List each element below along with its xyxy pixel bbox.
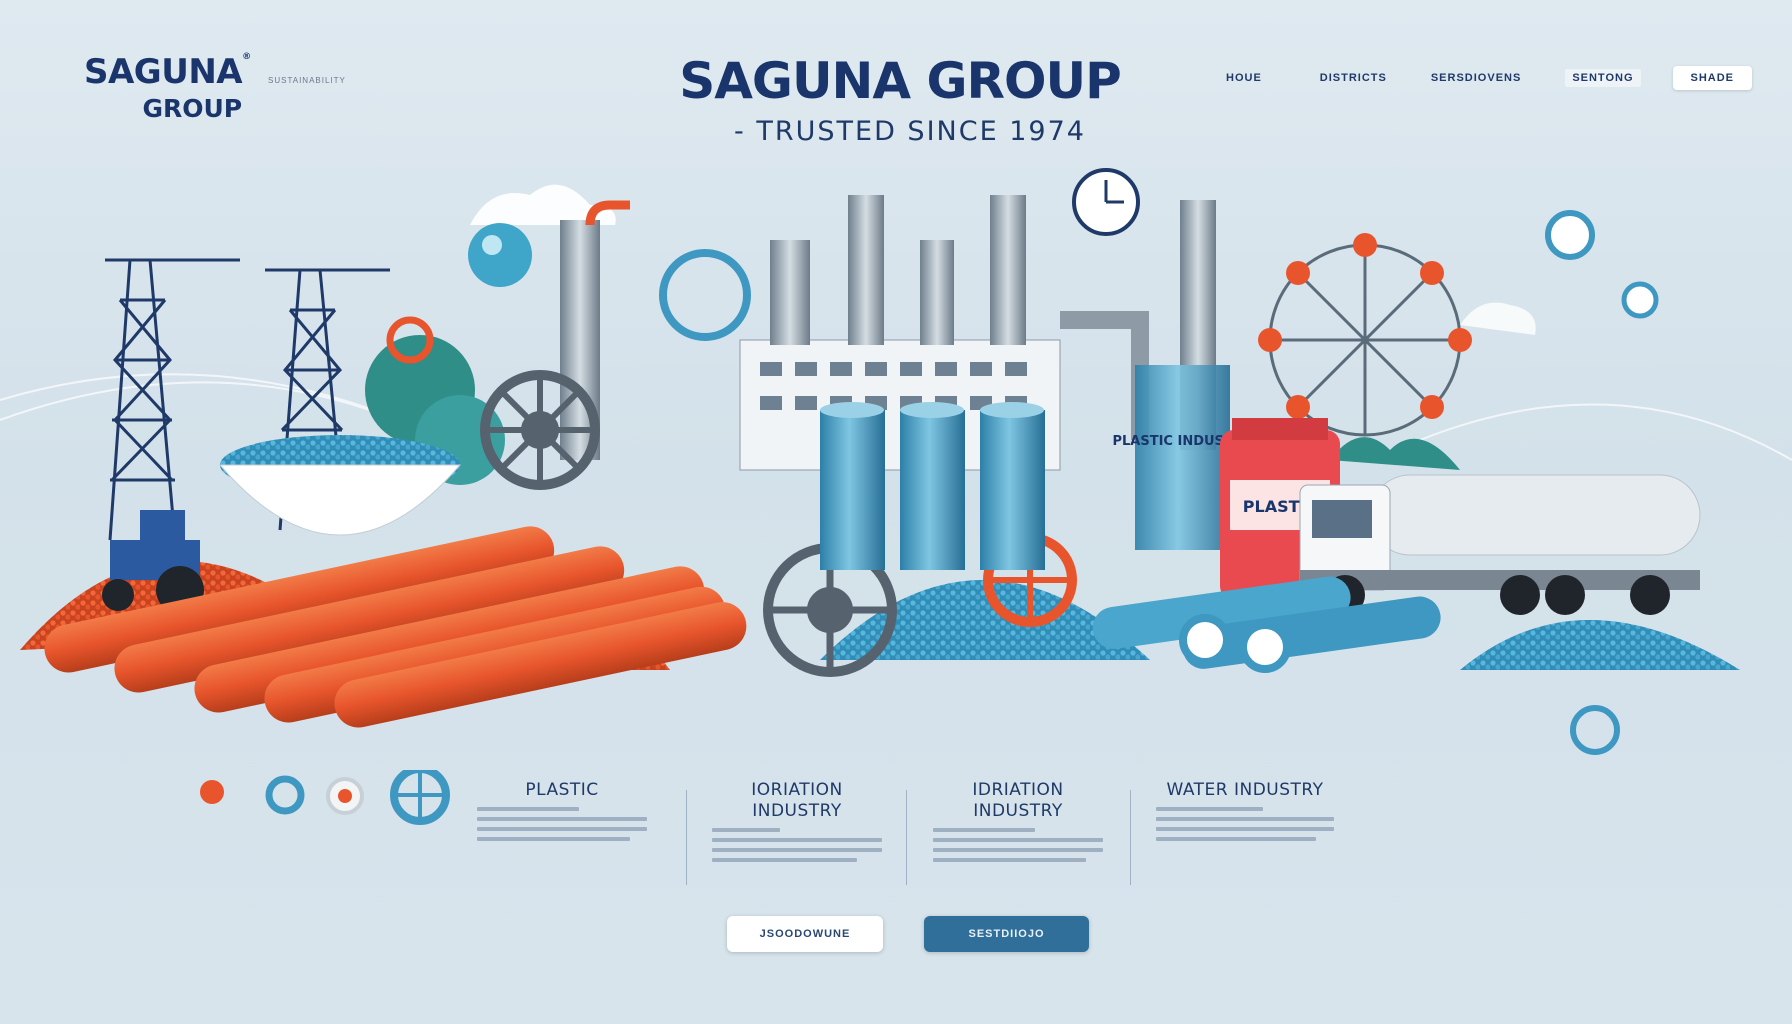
nav-item-home[interactable]: HOUE bbox=[1226, 72, 1262, 84]
nav-item-shade[interactable]: SHADE bbox=[1672, 66, 1753, 90]
category-idriation-industry[interactable]: IDRIATION INDUSTRY bbox=[933, 780, 1103, 868]
brand-name-line2: GROUP bbox=[142, 94, 243, 123]
primary-cta-button[interactable]: JSOODOWUNE bbox=[727, 916, 883, 952]
nav-item-sentong[interactable]: SENTONG bbox=[1565, 69, 1641, 87]
secondary-cta-button[interactable]: SESTDIIOJO bbox=[924, 916, 1089, 952]
category-ioriation-industry[interactable]: IORIATION INDUSTRY bbox=[712, 780, 882, 868]
tanker-truck-icon bbox=[1299, 474, 1701, 615]
category-title: IDRIATION INDUSTRY bbox=[972, 780, 1064, 821]
category-title: PLASTIC bbox=[525, 780, 599, 800]
category-description bbox=[1156, 807, 1334, 841]
nav-item-services[interactable]: SERSDIOVENS bbox=[1431, 72, 1521, 84]
category-plastic[interactable]: PLASTIC bbox=[477, 780, 647, 847]
ferris-wheel bbox=[1258, 233, 1472, 437]
category-description bbox=[712, 828, 882, 862]
category-divider bbox=[1130, 790, 1131, 885]
category-water-industry[interactable]: WATER INDUSTRY bbox=[1156, 780, 1334, 847]
category-divider bbox=[906, 790, 907, 885]
brand-logo[interactable]: SAGUNA® GROUP bbox=[84, 52, 251, 123]
blue-drums bbox=[820, 402, 1045, 570]
decorative-parts bbox=[200, 770, 450, 825]
category-description bbox=[933, 828, 1103, 862]
hero-title: SAGUNA GROUP bbox=[679, 52, 1122, 110]
category-divider bbox=[686, 790, 687, 885]
clock-icon bbox=[1072, 168, 1140, 236]
category-title: IORIATION INDUSTRY bbox=[751, 780, 843, 821]
brand-name-line1: SAGUNA® bbox=[84, 52, 251, 92]
category-title: WATER INDUSTRY bbox=[1166, 780, 1324, 800]
industrial-hero-illustration: PLASTIC INDUSTRY PLASTIC bbox=[0, 168, 1792, 755]
top-nav: HOUE DISTRICTS SERSDIOVENS SENTONG SHADE bbox=[1212, 66, 1753, 90]
brand-tagline: SUSTAINABILITY bbox=[268, 76, 346, 85]
category-description bbox=[477, 807, 647, 841]
hero-heading: SAGUNA GROUP - TRUSTED SINCE 1974 bbox=[600, 52, 1200, 147]
nav-item-districts[interactable]: DISTRICTS bbox=[1320, 72, 1387, 84]
